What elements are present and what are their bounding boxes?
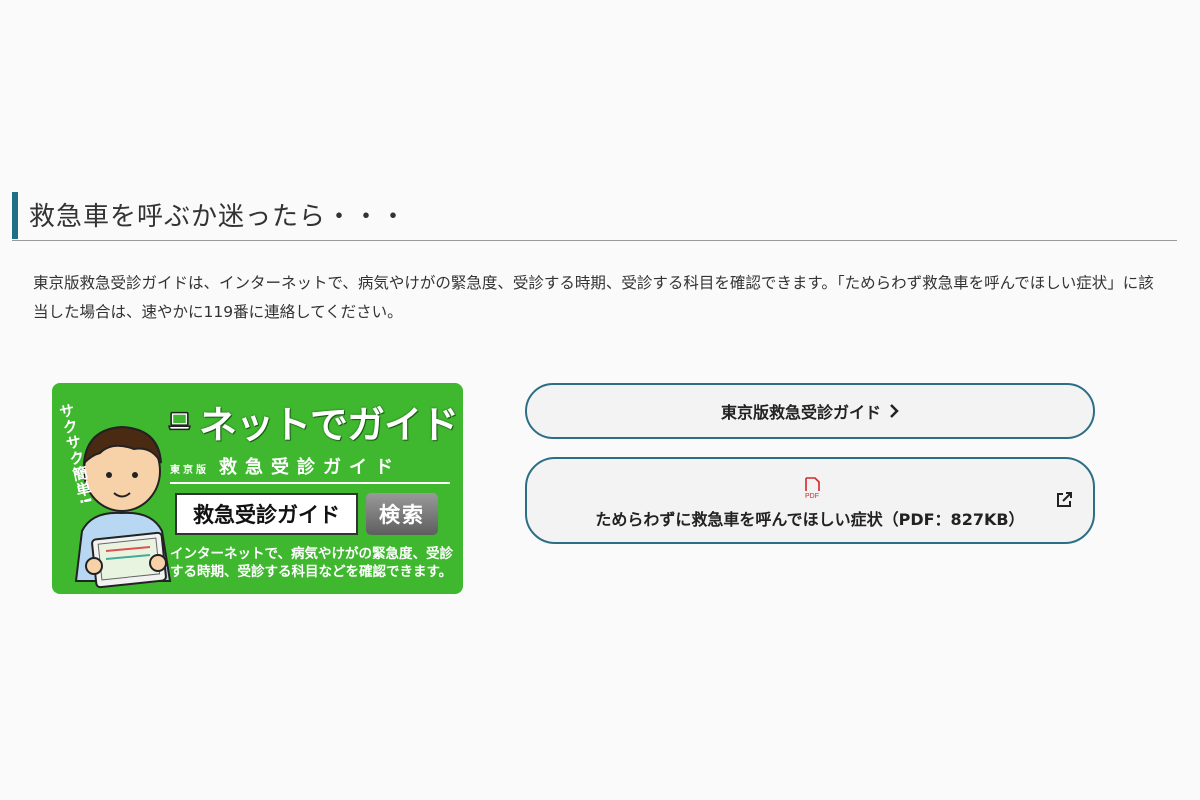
guide-banner[interactable]: サクサク簡単! ネットでガイド 東京版 救急受診ガイド 救急受診ガイド 検索 イ… <box>52 383 463 594</box>
banner-description: インターネットで、病気やけがの緊急度、受診する時期、受診する科目などを確認できま… <box>170 546 453 580</box>
banner-search-button: 検索 <box>366 493 438 535</box>
pdf-icon-text: PDF <box>805 493 819 500</box>
guide-link-label: 東京版救急受診ガイド <box>720 403 881 422</box>
banner-subtitle: 東京版 救急受診ガイド <box>170 453 450 484</box>
pdf-icon: PDF <box>805 477 820 500</box>
section-heading: 救急車を呼ぶか迷ったら・・・ <box>12 190 1177 241</box>
intro-paragraph: 東京版救急受診ガイドは、インターネットで、病気やけがの緊急度、受診する時期、受診… <box>33 274 1154 321</box>
pdf-link-button[interactable]: ためらわずに救急車を呼んでほしい症状（PDF：827KB） <box>525 457 1095 544</box>
chevron-right-icon <box>890 404 899 418</box>
section-title: 救急車を呼ぶか迷ったら・・・ <box>29 202 408 232</box>
banner-title-row: ネットでガイド <box>168 395 459 447</box>
banner-sub-main: 救急受診ガイド <box>219 457 401 478</box>
guide-link-button[interactable]: 東京版救急受診ガイド <box>525 383 1095 439</box>
external-link-icon <box>1057 492 1072 507</box>
laptop-icon <box>168 411 191 431</box>
banner-search-box: 救急受診ガイド <box>175 493 358 535</box>
pdf-link-label: ためらわずに救急車を呼んでほしい症状（PDF：827KB） <box>595 510 1025 529</box>
banner-sub-small: 東京版 <box>170 465 209 476</box>
banner-title: ネットでガイド <box>198 402 459 447</box>
heading-accent-bar <box>12 192 18 239</box>
